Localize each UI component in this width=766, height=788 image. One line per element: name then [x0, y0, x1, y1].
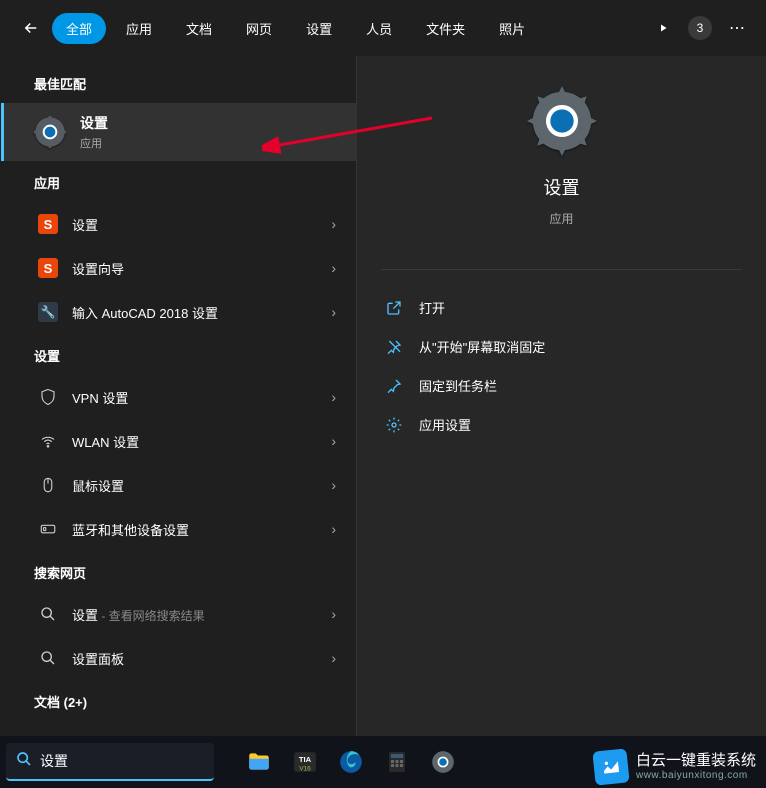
chevron-right-icon: › — [331, 606, 336, 622]
tab-docs[interactable]: 文档 — [172, 13, 226, 44]
app-result-item[interactable]: S 设置向导 › — [0, 246, 356, 290]
result-label: 蓝牙和其他设备设置 — [72, 520, 331, 539]
tab-web[interactable]: 网页 — [232, 13, 286, 44]
web-result-item[interactable]: 设置 - 查看网络搜索结果 › — [0, 592, 356, 636]
app-result-item[interactable]: S 设置 › — [0, 202, 356, 246]
search-input[interactable] — [40, 753, 204, 769]
chevron-right-icon: › — [331, 389, 336, 405]
bluetooth-icon — [38, 519, 58, 539]
divider — [381, 269, 742, 270]
web-result-item[interactable]: 设置面板 › — [0, 636, 356, 680]
preview-title: 设置 — [544, 174, 580, 200]
action-label: 固定到任务栏 — [419, 376, 497, 395]
search-icon — [38, 604, 58, 624]
filter-tabs: 全部 应用 文档 网页 设置 人员 文件夹 照片 — [52, 13, 539, 44]
svg-text:TIA: TIA — [299, 755, 312, 764]
best-match-title: 设置 — [80, 113, 108, 133]
taskbar-settings-icon[interactable] — [422, 741, 464, 783]
result-label: 鼠标设置 — [72, 476, 331, 495]
gear-icon — [385, 417, 403, 433]
tab-settings[interactable]: 设置 — [292, 13, 346, 44]
best-match-item[interactable]: 设置 应用 — [1, 103, 356, 161]
chevron-right-icon: › — [331, 216, 336, 232]
action-label: 应用设置 — [419, 415, 471, 434]
search-icon — [38, 648, 58, 668]
action-unpin-start[interactable]: 从"开始"屏幕取消固定 — [357, 327, 766, 366]
sogou-icon: S — [38, 258, 58, 278]
chevron-right-icon: › — [331, 304, 336, 320]
tab-apps[interactable]: 应用 — [112, 13, 166, 44]
watermark-url: www.baiyunxitong.com — [636, 770, 756, 781]
gear-icon — [527, 86, 597, 156]
settings-result-item[interactable]: 蓝牙和其他设备设置 › — [0, 507, 356, 551]
result-label: 输入 AutoCAD 2018 设置 — [72, 303, 331, 322]
chevron-right-icon: › — [331, 650, 336, 666]
action-pin-taskbar[interactable]: 固定到任务栏 — [357, 366, 766, 405]
taskbar-search[interactable] — [6, 743, 214, 781]
section-web: 搜索网页 — [0, 551, 356, 592]
gear-icon — [34, 116, 66, 148]
action-app-settings[interactable]: 应用设置 — [357, 405, 766, 444]
result-label: VPN 设置 — [72, 388, 331, 407]
chevron-right-icon: › — [331, 260, 336, 276]
preview-pane: 设置 应用 打开 从"开始"屏幕取消固定 固定到任务栏 — [356, 56, 766, 736]
chevron-right-icon: › — [331, 477, 336, 493]
wifi-icon — [38, 431, 58, 451]
result-label: 设置向导 — [72, 259, 331, 278]
tab-folders[interactable]: 文件夹 — [412, 13, 479, 44]
taskbar-explorer-icon[interactable] — [238, 741, 280, 783]
mouse-icon — [38, 475, 58, 495]
tab-all[interactable]: 全部 — [52, 13, 106, 44]
taskbar-edge-icon[interactable] — [330, 741, 372, 783]
chevron-right-icon: › — [331, 433, 336, 449]
shield-icon — [38, 387, 58, 407]
action-label: 从"开始"屏幕取消固定 — [419, 337, 545, 356]
watermark-icon — [592, 748, 629, 785]
tab-photos[interactable]: 照片 — [485, 13, 539, 44]
wrench-icon: 🔧 — [38, 302, 58, 322]
open-icon — [385, 300, 403, 316]
result-label: 设置面板 — [72, 649, 331, 668]
section-best-match: 最佳匹配 — [0, 62, 356, 103]
taskbar-calculator-icon[interactable] — [376, 741, 418, 783]
best-match-subtitle: 应用 — [80, 135, 108, 151]
taskbar: TIA V16 白云一键重装系统 www.baiyunxitong.com — [0, 736, 766, 788]
watermark: 白云一键重装系统 www.baiyunxitong.com — [594, 750, 756, 784]
back-button[interactable] — [14, 11, 48, 45]
notification-badge[interactable]: 3 — [688, 16, 712, 40]
preview-subtitle: 应用 — [549, 210, 573, 227]
watermark-title: 白云一键重装系统 — [636, 753, 756, 770]
action-open[interactable]: 打开 — [357, 288, 766, 327]
settings-result-item[interactable]: 鼠标设置 › — [0, 463, 356, 507]
app-result-item[interactable]: 🔧 输入 AutoCAD 2018 设置 › — [0, 290, 356, 334]
tab-people[interactable]: 人员 — [352, 13, 406, 44]
results-column: 最佳匹配 设置 应用 应用 S 设置 › S — [0, 56, 356, 736]
search-icon — [16, 751, 32, 772]
svg-text:V16: V16 — [299, 766, 311, 773]
action-label: 打开 — [419, 298, 445, 317]
play-icon[interactable] — [648, 13, 678, 43]
section-docs: 文档 (2+) — [0, 680, 356, 721]
section-apps: 应用 — [0, 161, 356, 202]
pin-icon — [385, 378, 403, 394]
settings-result-item[interactable]: VPN 设置 › — [0, 375, 356, 419]
taskbar-tia-icon[interactable]: TIA V16 — [284, 741, 326, 783]
sogou-icon: S — [38, 214, 58, 234]
result-label: 设置 - 查看网络搜索结果 — [72, 605, 331, 624]
settings-result-item[interactable]: WLAN 设置 › — [0, 419, 356, 463]
result-label: WLAN 设置 — [72, 432, 331, 451]
unpin-icon — [385, 339, 403, 355]
more-button[interactable]: ⋯ — [722, 13, 752, 43]
chevron-right-icon: › — [331, 521, 336, 537]
result-label: 设置 — [72, 215, 331, 234]
section-settings: 设置 — [0, 334, 356, 375]
